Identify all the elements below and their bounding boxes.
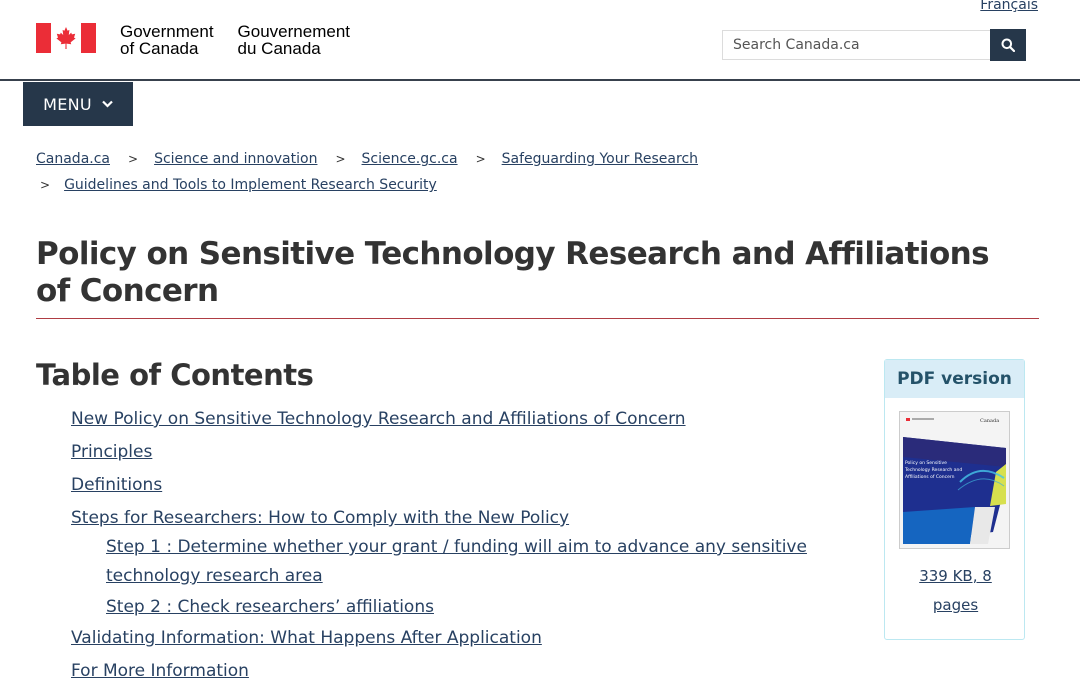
toc-link-new-policy[interactable]: New Policy on Sensitive Technology Resea… <box>71 409 686 429</box>
chevron-down-icon <box>102 100 113 108</box>
government-name-english: Government of Canada <box>120 22 214 58</box>
menu-button[interactable]: MENU <box>23 82 133 126</box>
breadcrumb-separator-icon: > <box>475 152 486 166</box>
breadcrumb-link-science-gc[interactable]: Science.gc.ca <box>362 146 458 172</box>
canada-flag-icon <box>36 23 96 53</box>
breadcrumb-link-canada[interactable]: Canada.ca <box>36 146 110 172</box>
toc-link-principles[interactable]: Principles <box>71 442 152 462</box>
header-divider <box>0 79 1080 81</box>
breadcrumb-separator-icon: > <box>128 152 139 166</box>
cover-wordmark: Canada <box>980 418 999 424</box>
toc-link-definitions[interactable]: Definitions <box>71 475 162 495</box>
toc-link-more-info[interactable]: For More Information <box>71 661 249 681</box>
toc-heading: Table of Contents <box>36 358 314 392</box>
pdf-cover-thumbnail[interactable]: Canada Policy on Sensitive Technology Re… <box>899 411 1010 549</box>
table-of-contents: New Policy on Sensitive Technology Resea… <box>71 405 811 690</box>
breadcrumb-link-science-innovation[interactable]: Science and innovation <box>154 146 317 172</box>
search-input[interactable] <box>722 30 990 60</box>
search-button[interactable] <box>990 29 1026 61</box>
pdf-version-heading: PDF version <box>885 360 1024 398</box>
site-search <box>722 29 1026 61</box>
breadcrumb: Canada.ca > Science and innovation > Sci… <box>36 146 698 198</box>
government-name-french: Gouvernement du Canada <box>237 22 350 58</box>
toc-link-step-1[interactable]: Step 1 : Determine whether your grant / … <box>106 537 807 586</box>
language-toggle-link[interactable]: Français <box>980 0 1038 13</box>
breadcrumb-link-guidelines[interactable]: Guidelines and Tools to Implement Resear… <box>64 172 437 198</box>
breadcrumb-link-safeguarding[interactable]: Safeguarding Your Research <box>502 146 698 172</box>
svg-text:Affiliations of Concern: Affiliations of Concern <box>905 474 955 480</box>
title-underline <box>36 318 1039 319</box>
menu-label: MENU <box>43 94 92 114</box>
government-of-canada-signature[interactable]: Government of Canada Gouvernement du Can… <box>36 23 350 57</box>
breadcrumb-separator-icon: > <box>40 178 51 192</box>
svg-text:Policy on Sensitive: Policy on Sensitive <box>905 460 947 466</box>
toc-link-validating[interactable]: Validating Information: What Happens Aft… <box>71 628 542 648</box>
toc-link-step-2[interactable]: Step 2 : Check researchers’ affiliations <box>106 597 434 617</box>
toc-link-steps[interactable]: Steps for Researchers: How to Comply wit… <box>71 508 569 528</box>
breadcrumb-separator-icon: > <box>335 152 346 166</box>
svg-text:Technology Research and: Technology Research and <box>904 467 962 473</box>
search-icon <box>1001 38 1015 52</box>
pdf-version-panel: PDF version Canada Policy on Sensitive T… <box>884 359 1025 640</box>
pdf-download-link[interactable]: 339 KB, 8 pages <box>919 567 992 614</box>
page-title: Policy on Sensitive Technology Research … <box>36 236 990 309</box>
